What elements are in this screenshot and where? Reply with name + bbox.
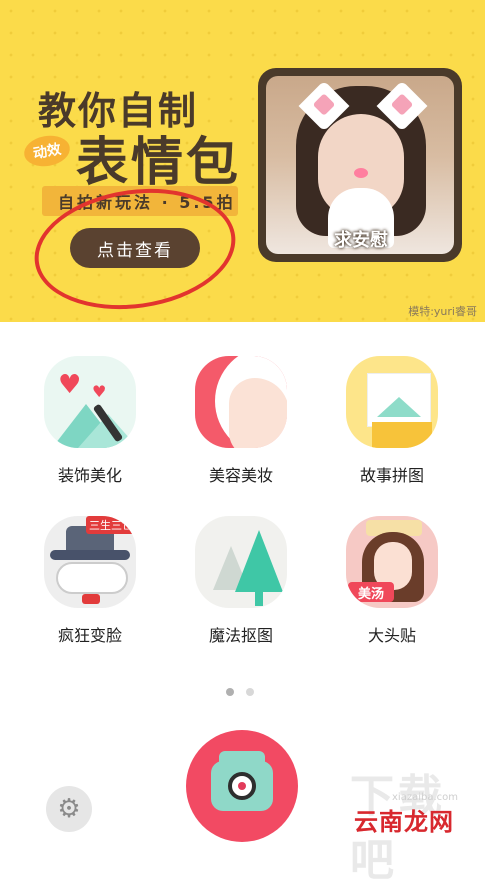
feature-magic-cutout[interactable]: 魔法抠图: [181, 516, 301, 646]
banner-badge: 动效: [21, 132, 73, 170]
story-collage-icon: [346, 356, 438, 448]
feature-label: 故事拼图: [359, 466, 424, 485]
decorate-icon: ♥ ♥: [44, 356, 136, 448]
feature-tag: 三生三世: [86, 516, 136, 534]
camera-icon: [211, 751, 273, 811]
feature-big-head-sticker[interactable]: 美汤 大头贴: [332, 516, 452, 646]
watermark: 云南龙网: [354, 808, 454, 836]
big-head-sticker-icon: 美汤: [346, 516, 438, 608]
feature-label: 装饰美化: [57, 466, 122, 485]
banner-photo-image: 求安慰: [266, 76, 454, 254]
feature-crazy-face[interactable]: 三生三世 疯狂变脸: [30, 516, 150, 646]
feature-label: 疯狂变脸: [57, 626, 122, 645]
feature-label: 魔法抠图: [208, 626, 273, 645]
feature-decorate[interactable]: ♥ ♥ 装饰美化: [30, 356, 150, 486]
model-credit: 模特:yuri睿哥: [408, 305, 477, 318]
magic-cutout-icon: [195, 516, 287, 608]
camera-button[interactable]: [186, 730, 298, 842]
page-indicator: [226, 688, 254, 696]
promo-banner[interactable]: 教你自制 动效 表情包 自拍新玩法 · 5.5拍 点击查看 求安慰 模特:yur…: [0, 0, 485, 322]
beauty-icon: [195, 356, 287, 448]
settings-button[interactable]: ⚙: [46, 786, 92, 832]
feature-label: 大头贴: [367, 626, 416, 645]
page-dot[interactable]: [246, 688, 254, 696]
feature-label: 美容美妆: [208, 466, 273, 485]
view-details-button[interactable]: 点击查看: [70, 228, 200, 268]
photo-caption: 求安慰: [334, 230, 388, 251]
banner-photo: 求安慰: [258, 68, 462, 262]
banner-title-line2: 表情包: [76, 133, 242, 193]
feature-story-collage[interactable]: 故事拼图: [332, 356, 452, 486]
feature-sticker: 美汤: [348, 582, 394, 602]
crazy-face-icon: 三生三世: [44, 516, 136, 608]
feature-beauty[interactable]: 美容美妆: [181, 356, 301, 486]
gear-icon: ⚙: [57, 794, 81, 824]
page-dot-active[interactable]: [226, 688, 234, 696]
